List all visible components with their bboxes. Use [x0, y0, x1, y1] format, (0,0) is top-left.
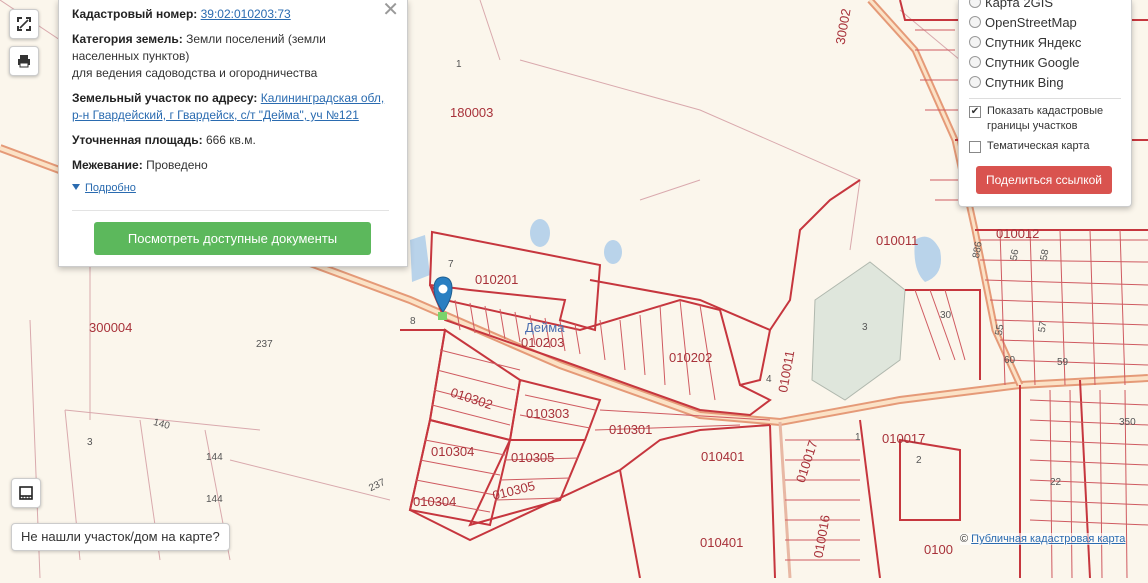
block-label: 010401 [700, 535, 744, 550]
parcel-number: 56 [1008, 248, 1022, 262]
more-details-link[interactable]: Подробно [72, 182, 136, 194]
parcel-number: 350 [1119, 417, 1136, 428]
divider [72, 210, 389, 211]
parcel-number: 8 [410, 316, 416, 327]
land-use-value: для ведения садоводства и огородничества [72, 66, 318, 80]
survey-value: Проведено [146, 158, 208, 172]
parcel-number: 144 [206, 494, 223, 505]
block-label: 010011 [876, 233, 919, 248]
parcel-number: 58 [1038, 248, 1052, 262]
parcel-number: 3 [87, 437, 93, 448]
parcel-info-popup: ✕ Кадастровый номер: 39:02:010203:73 Кат… [58, 0, 408, 267]
not-found-button[interactable]: Не нашли участок/дом на карте? [11, 523, 230, 551]
cadastral-number-link[interactable]: 39:02:010203:73 [201, 7, 291, 21]
layer-label: Спутник Google [985, 55, 1080, 70]
parcel-number: 57 [1036, 320, 1050, 334]
area-label: Уточненная площадь: [72, 133, 203, 147]
parcel-number: 237 [256, 339, 273, 350]
address-link-2[interactable]: р-н Гвардейский, г Гвардейск, с/т "Дейма… [72, 108, 359, 122]
show-cadastral-label: Показать кадастровые границы участков [987, 105, 1104, 132]
land-category-row: Категория земель: Земли поселений (земли… [72, 31, 389, 82]
block-label: 010012 [996, 226, 1040, 241]
divider [969, 98, 1121, 99]
parcel-number: 3 [862, 322, 868, 333]
block-label: 0100 [924, 542, 953, 557]
radio-icon[interactable] [969, 36, 981, 48]
survey-label: Межевание: [72, 158, 143, 172]
block-label: 010202 [669, 350, 713, 365]
fullscreen-icon [17, 17, 31, 31]
show-cadastral-toggle[interactable]: ✔ Показать кадастровые границы участков [969, 104, 1119, 136]
area-row: Уточненная площадь: 666 кв.м. [72, 132, 389, 149]
layer-option-osm[interactable]: OpenStreetMap [969, 14, 1077, 32]
attribution: © Публичная кадастровая карта [960, 533, 1126, 545]
block-label: 300004 [89, 320, 133, 335]
more-details-label: Подробно [85, 182, 136, 194]
layer-label: Карта 2GIS [985, 0, 1054, 10]
radio-icon[interactable] [969, 76, 981, 88]
pond [604, 240, 622, 264]
block-label: 010304 [431, 444, 475, 459]
parcel-number: 2 [916, 455, 922, 466]
layer-option-yandex[interactable]: Спутник Яндекс [969, 34, 1081, 52]
share-link-button[interactable]: Поделиться ссылкой [976, 166, 1112, 194]
land-category-value: Земли поселений (земли [186, 32, 326, 46]
area-value: 666 кв.м. [205, 133, 256, 147]
attribution-link[interactable]: Публичная кадастровая карта [971, 533, 1125, 545]
checkbox-checked-icon[interactable]: ✔ [969, 106, 981, 118]
radio-icon[interactable] [969, 56, 981, 68]
fullscreen-button[interactable] [9, 9, 39, 39]
parcel-number: 1 [855, 432, 861, 443]
block-label: 180003 [450, 105, 494, 120]
checkbox-icon[interactable] [969, 141, 981, 153]
block-label: 010201 [475, 272, 519, 287]
parcel-number: 30 [940, 310, 952, 321]
block-label: 010401 [701, 449, 745, 464]
parcel-number: 22 [1050, 477, 1062, 488]
thematic-map-toggle[interactable]: Тематическая карта [969, 139, 1119, 155]
land-category-label: Категория земель: [72, 32, 183, 46]
layer-option-bing[interactable]: Спутник Bing [969, 74, 1064, 92]
pond [530, 219, 550, 247]
triangle-down-icon [72, 184, 80, 190]
print-button[interactable] [9, 46, 39, 76]
block-label: 010303 [526, 406, 570, 421]
address-row: Земельный участок по адресу: Калининград… [72, 90, 389, 124]
cadastral-number-label: Кадастровый номер: [72, 7, 198, 21]
layer-label: OpenStreetMap [985, 15, 1077, 30]
block-label: 010203 [521, 335, 565, 350]
radio-icon[interactable] [969, 0, 981, 8]
view-documents-button[interactable]: Посмотреть доступные документы [94, 222, 371, 255]
parcel-number: 1 [456, 59, 462, 70]
layers-panel: Карта 2GIS OpenStreetMap Спутник Яндекс … [958, 0, 1132, 207]
layer-option-2gis[interactable]: Карта 2GIS [969, 0, 1053, 12]
copyright-symbol: © [960, 533, 969, 545]
block-label: 010304 [413, 494, 457, 509]
parcel-number: 7 [448, 259, 454, 270]
parcel-number: 144 [206, 452, 223, 463]
survey-row: Межевание: Проведено [72, 157, 389, 174]
measure-button[interactable] [11, 478, 41, 508]
layer-label: Спутник Яндекс [985, 35, 1082, 50]
block-label: 010301 [609, 422, 653, 437]
block-label: 010017 [882, 431, 926, 446]
radio-icon[interactable] [969, 16, 981, 28]
print-icon [18, 55, 30, 68]
parcel-number: 4 [766, 374, 772, 385]
settlement-label: Дейма [525, 320, 565, 335]
address-link[interactable]: Калининградская обл, [261, 91, 384, 105]
parcel-number: 60 [1004, 355, 1016, 366]
land-category-value-2: населенных пунктов) [72, 49, 190, 63]
measure-icon [19, 486, 33, 500]
parcel-number: 55 [993, 323, 1007, 337]
layer-option-google[interactable]: Спутник Google [969, 54, 1080, 72]
parcel-number: 59 [1057, 357, 1069, 368]
cadastral-number-row: Кадастровый номер: 39:02:010203:73 [72, 6, 389, 23]
thematic-map-label: Тематическая карта [987, 140, 1090, 152]
layer-label: Спутник Bing [985, 75, 1064, 90]
block-label: 010305 [511, 450, 555, 465]
address-label: Земельный участок по адресу: [72, 91, 258, 105]
